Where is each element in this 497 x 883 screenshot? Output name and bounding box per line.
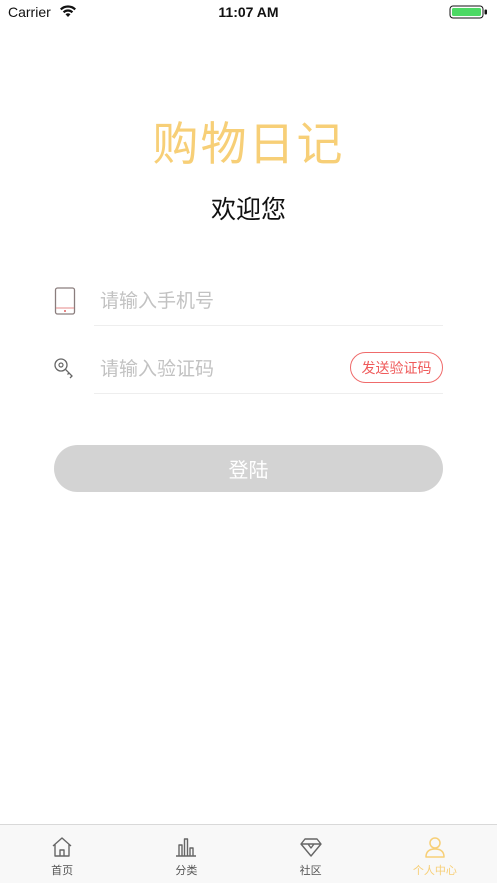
tab-category[interactable]: 分类 xyxy=(124,825,248,883)
app-title: 购物日记 xyxy=(152,117,345,171)
phone-icon xyxy=(54,287,76,315)
battery-icon xyxy=(449,5,487,19)
chart-icon xyxy=(176,838,197,857)
home-icon xyxy=(52,837,72,857)
tab-profile-label: 个人中心 xyxy=(412,864,457,877)
status-bar: Carrier 11:07 AM xyxy=(0,0,497,24)
send-code-button[interactable]: 发送验证码 xyxy=(350,352,443,383)
welcome-text: 欢迎您 xyxy=(210,195,286,224)
user-icon xyxy=(425,837,445,858)
diamond-icon xyxy=(299,838,322,857)
tab-community-label: 社区 xyxy=(299,864,322,877)
status-time: 11:07 AM xyxy=(218,4,279,20)
tab-bar: 首页 分类 社区 个人中心 xyxy=(0,824,497,883)
phone-field-row xyxy=(53,276,443,326)
tab-category-label: 分类 xyxy=(175,864,198,877)
phone-input[interactable] xyxy=(100,286,340,316)
tab-profile[interactable]: 个人中心 xyxy=(373,825,497,883)
phone-divider xyxy=(94,325,443,326)
tab-home[interactable]: 首页 xyxy=(0,825,124,883)
code-field-row: 发送验证码 xyxy=(53,344,443,394)
tab-home-label: 首页 xyxy=(51,864,74,877)
key-icon xyxy=(54,358,73,379)
login-button[interactable]: 登陆 xyxy=(54,445,443,492)
tab-community[interactable]: 社区 xyxy=(249,825,373,883)
code-divider xyxy=(94,393,443,394)
verification-code-input[interactable] xyxy=(100,354,340,384)
